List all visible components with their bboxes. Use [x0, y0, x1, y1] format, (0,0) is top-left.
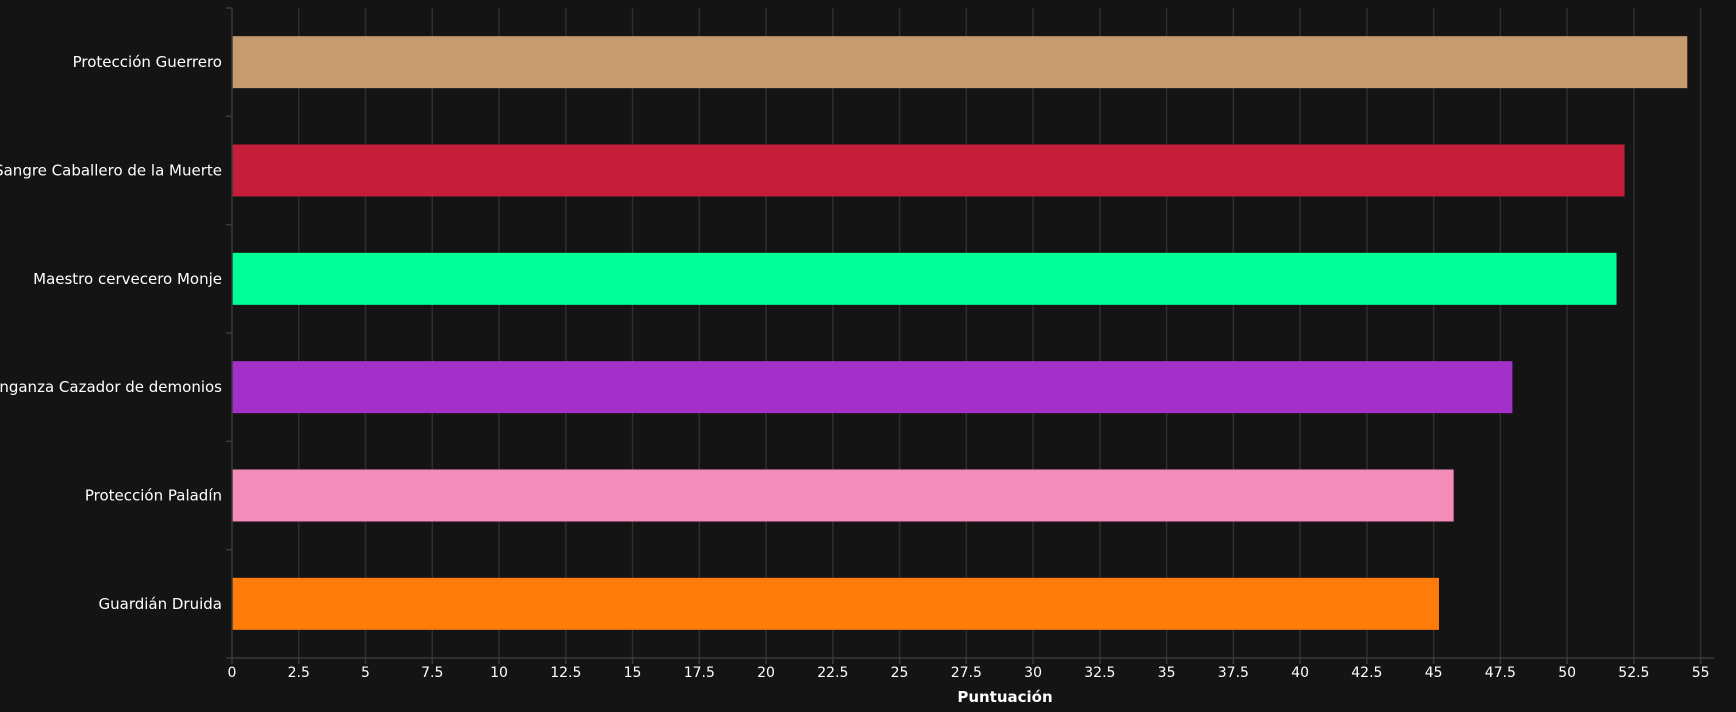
x-tick-label: 45: [1425, 665, 1443, 681]
axes: [226, 7, 1714, 664]
x-tick-label: 37.5: [1218, 665, 1249, 681]
y-category-label: Venganza Cazador de demonios: [0, 378, 222, 396]
x-tick-label: 5: [361, 665, 370, 681]
x-tick-labels: 0 2.5 5 7.5 10 12.5 15 17.5 20 22.5 25 27.5 30 32.5 35…: [228, 665, 1710, 681]
bar[interactable]: [232, 469, 1454, 522]
x-tick-label: 2.5: [288, 665, 310, 681]
y-category-label: Guardián Druida: [99, 595, 223, 613]
x-tick-label: 30: [1024, 665, 1042, 681]
chart-container: Protección Guerrero Sangre Caballero de l…: [0, 0, 1736, 712]
x-tick-label: 42.5: [1351, 665, 1382, 681]
bar[interactable]: [232, 577, 1439, 630]
bar-chart: Protección Guerrero Sangre Caballero de l…: [0, 7, 1714, 706]
x-tick-label: 52.5: [1618, 665, 1649, 681]
x-tick-label: 22.5: [817, 665, 848, 681]
bar[interactable]: [232, 144, 1625, 197]
x-tick-label: 25: [891, 665, 909, 681]
x-tick-label: 47.5: [1485, 665, 1516, 681]
bars: [232, 36, 1688, 630]
x-tick-label: 55: [1692, 665, 1710, 681]
x-tick-label: 20: [757, 665, 775, 681]
y-category-label: Protección Guerrero: [73, 53, 222, 71]
x-tick-label: 15: [624, 665, 642, 681]
x-tick-label: 12.5: [550, 665, 581, 681]
x-tick-label: 7.5: [421, 665, 443, 681]
y-category-label: Sangre Caballero de la Muerte: [0, 162, 222, 180]
bar[interactable]: [232, 361, 1513, 414]
y-category-label: Maestro cervecero Monje: [33, 270, 222, 288]
category-labels: Protección Guerrero Sangre Caballero de l…: [0, 53, 222, 613]
x-tick-label: 10: [490, 665, 508, 681]
x-tick-label: 17.5: [684, 665, 715, 681]
bar[interactable]: [232, 36, 1688, 89]
x-tick-label: 27.5: [951, 665, 982, 681]
x-tick-label: 32.5: [1084, 665, 1115, 681]
y-category-label: Protección Paladín: [85, 487, 222, 505]
x-tick-label: 40: [1291, 665, 1309, 681]
bar[interactable]: [232, 252, 1617, 305]
gridlines: [298, 8, 1702, 658]
x-tick-label: 50: [1558, 665, 1576, 681]
x-tick-label: 35: [1158, 665, 1176, 681]
x-axis-title: Puntuación: [957, 688, 1052, 706]
x-tick-label: 0: [228, 665, 237, 681]
